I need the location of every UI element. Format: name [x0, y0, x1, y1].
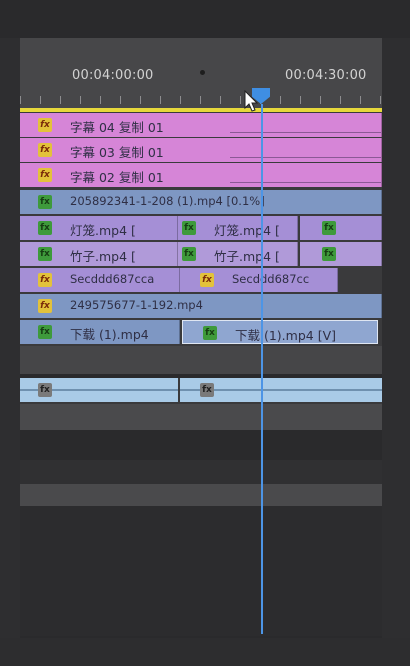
video-clip-bamboo-b[interactable]: fx 竹子.mp4 [ [178, 242, 298, 266]
empty-track [20, 484, 382, 506]
timecode-right: 00:04:30:00 [285, 68, 367, 83]
fx-badge-icon: fx [182, 247, 196, 261]
clip-label: Secddd687cca [70, 272, 155, 286]
video-tracks: fx 字幕 04 复制 01 fx 字幕 03 复制 01 fx 字幕 02 复… [20, 112, 382, 346]
video-clip-249575677[interactable]: fx 249575677-1-192.mp4 [20, 294, 382, 318]
clip-label: 字幕 02 复制 01 [70, 170, 164, 185]
timecode-left: 00:04:00:00 [72, 68, 154, 83]
clip-label: 字幕 04 复制 01 [70, 120, 164, 135]
empty-track [20, 346, 382, 374]
title-clip-02[interactable]: fx 字幕 02 复制 01 [20, 163, 382, 187]
fx-badge-icon: fx [203, 326, 217, 340]
audio-track: fx fx [20, 378, 382, 404]
empty-track [20, 404, 382, 430]
clip-label: 249575677-1-192.mp4 [70, 298, 203, 312]
clip-label: 205892341-1-208 (1).mp4 [0.1%] [70, 194, 265, 208]
adjustment-clip-b[interactable]: fx Secddd687cc [180, 268, 338, 292]
empty-track-area [20, 506, 382, 636]
track-header-strip [0, 38, 20, 638]
title-clip-03[interactable]: fx 字幕 03 复制 01 [20, 138, 382, 162]
fx-badge-icon: fx [38, 195, 52, 209]
clip-label: Secddd687cc [232, 272, 310, 286]
fx-badge-icon: fx [322, 221, 336, 235]
clip-label: 竹子.mp4 [ [214, 249, 280, 264]
clip-divider [230, 157, 381, 158]
fx-badge-icon: fx [38, 299, 52, 313]
video-clip-lantern-a[interactable]: fx 灯笼.mp4 [ [20, 216, 178, 240]
fx-badge-icon: fx [38, 143, 52, 157]
fx-badge-icon: fx [38, 118, 52, 132]
empty-track [20, 460, 382, 484]
fx-badge-icon: fx [38, 168, 52, 182]
clip-label: 下载 (1).mp4 [70, 327, 149, 342]
timeline-scrollbar-area[interactable] [382, 38, 410, 638]
panel-footer [0, 638, 410, 666]
clip-label: 字幕 03 复制 01 [70, 145, 164, 160]
video-clip-lantern-b[interactable]: fx 灯笼.mp4 [ [178, 216, 298, 240]
fx-badge-icon: fx [38, 273, 52, 287]
fx-badge-icon: fx [38, 383, 52, 397]
title-clip-04[interactable]: fx 字幕 04 复制 01 [20, 113, 382, 137]
clip-label: 灯笼.mp4 [ [70, 223, 136, 238]
video-clip-bamboo-c[interactable]: fx [300, 242, 382, 266]
clip-label: 竹子.mp4 [ [70, 249, 136, 264]
fx-badge-icon: fx [38, 325, 52, 339]
clip-label: 下载 (1).mp4 [V] [235, 328, 336, 343]
fx-badge-icon: fx [182, 221, 196, 235]
video-clip-lantern-c[interactable]: fx [300, 216, 382, 240]
audio-clip-b[interactable]: fx [180, 378, 382, 402]
ruler-marker-dot [200, 70, 205, 75]
adjustment-clip-a[interactable]: fx Secddd687cca [20, 268, 180, 292]
clip-divider [230, 132, 381, 133]
fx-badge-icon: fx [200, 273, 214, 287]
video-clip-download-a[interactable]: fx 下载 (1).mp4 [20, 320, 180, 344]
fx-badge-icon: fx [322, 247, 336, 261]
fx-badge-icon: fx [38, 221, 52, 235]
video-clip-bamboo-a[interactable]: fx 竹子.mp4 [ [20, 242, 178, 266]
ruler-ticks [20, 96, 382, 104]
fx-badge-icon: fx [38, 247, 52, 261]
audio-clip-a[interactable]: fx [20, 378, 178, 402]
video-clip-205892341[interactable]: fx 205892341-1-208 (1).mp4 [0.1%] [20, 190, 382, 214]
clip-label: 灯笼.mp4 [ [214, 223, 280, 238]
fx-badge-icon: fx [200, 383, 214, 397]
video-clip-download-b[interactable]: fx 下载 (1).mp4 [V] [182, 320, 378, 344]
clip-divider [230, 182, 381, 183]
playhead-line[interactable] [261, 104, 263, 634]
